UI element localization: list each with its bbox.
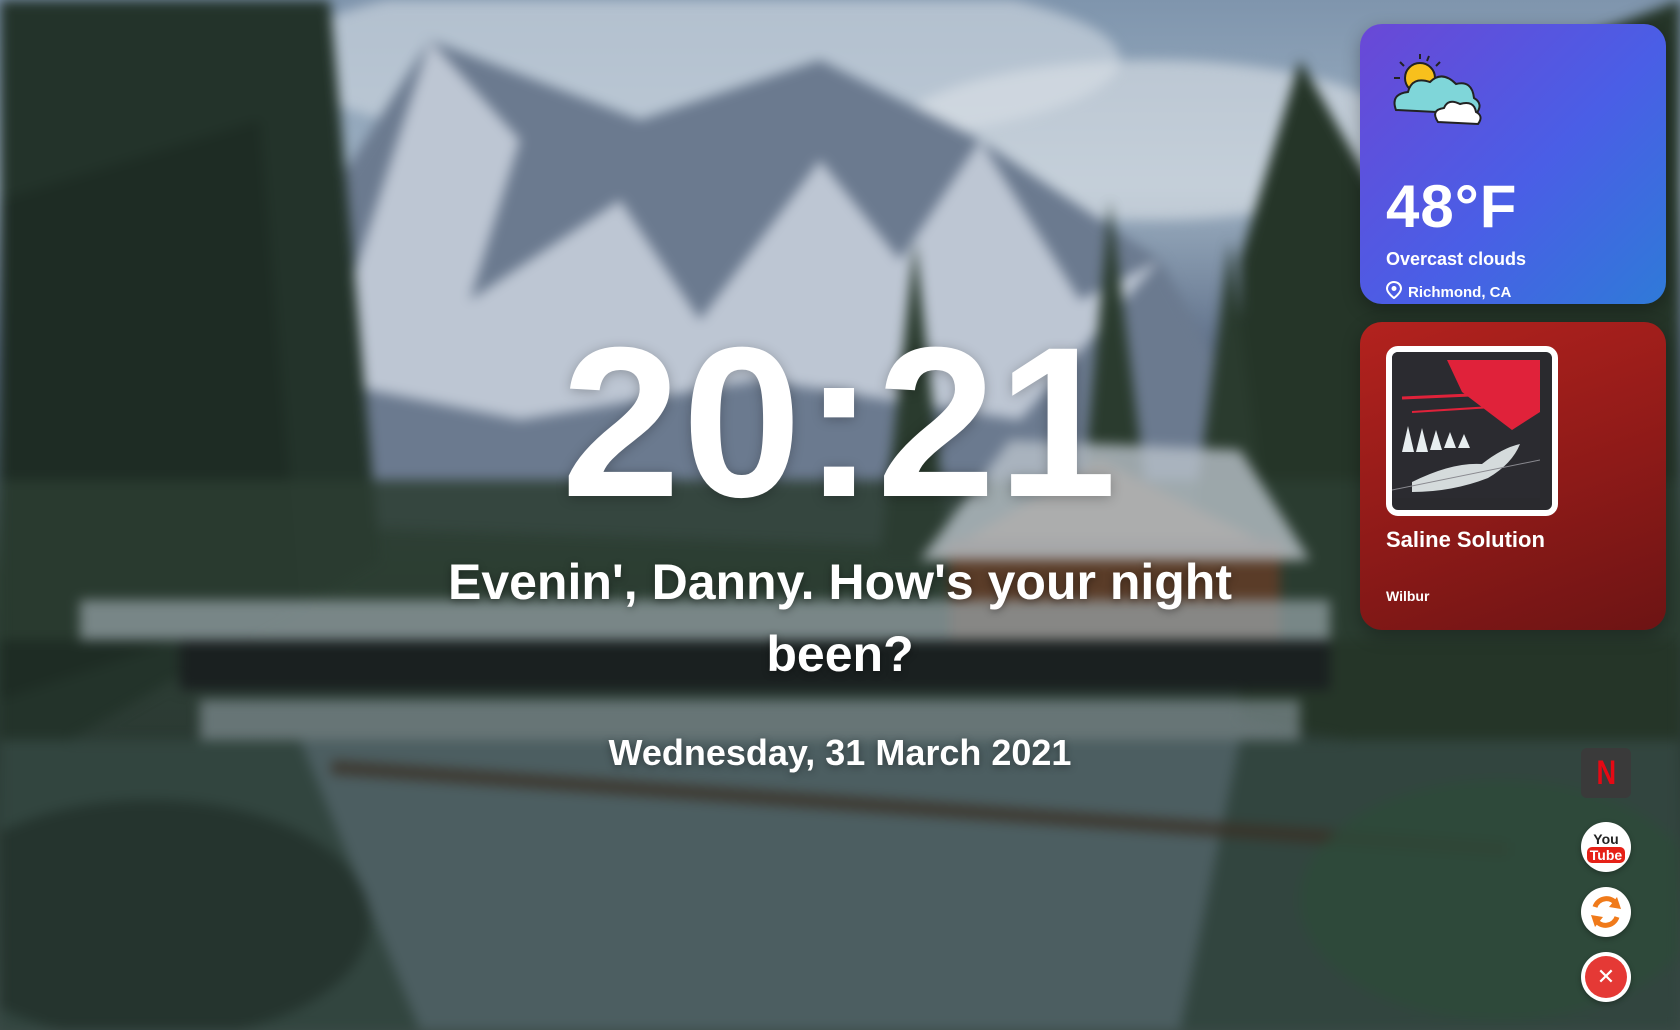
weather-location: Richmond, CA — [1385, 280, 1512, 303]
close-shortcut-button[interactable]: ✕ — [1581, 952, 1631, 1002]
close-icon: ✕ — [1585, 956, 1627, 998]
music-widget[interactable]: Saline Solution Wilbur — [1360, 322, 1666, 630]
youtube-shortcut-button[interactable]: You Tube — [1581, 822, 1631, 872]
netflix-shortcut-button[interactable]: N — [1581, 748, 1631, 798]
song-title: Saline Solution — [1386, 527, 1545, 552]
temperature: 48°F — [1386, 173, 1518, 240]
youtube-icon: You Tube — [1581, 822, 1631, 872]
partly-cloudy-icon — [1386, 50, 1486, 126]
weather-condition: Overcast clouds — [1386, 249, 1527, 269]
netflix-icon: N — [1581, 748, 1631, 798]
song-artist: Wilbur — [1386, 588, 1430, 604]
weather-widget[interactable]: 48°F Overcast clouds Richmond, CA — [1360, 24, 1666, 304]
refresh-shortcut-button[interactable] — [1581, 887, 1631, 937]
location-pin-icon — [1385, 280, 1403, 303]
album-art — [1386, 346, 1558, 516]
location-label: Richmond, CA — [1408, 283, 1512, 301]
refresh-icon — [1581, 887, 1631, 937]
date-display: Wednesday, 31 March 2021 — [608, 732, 1072, 773]
greeting-message: Evenin', Danny. How's your night been? — [447, 554, 1233, 682]
